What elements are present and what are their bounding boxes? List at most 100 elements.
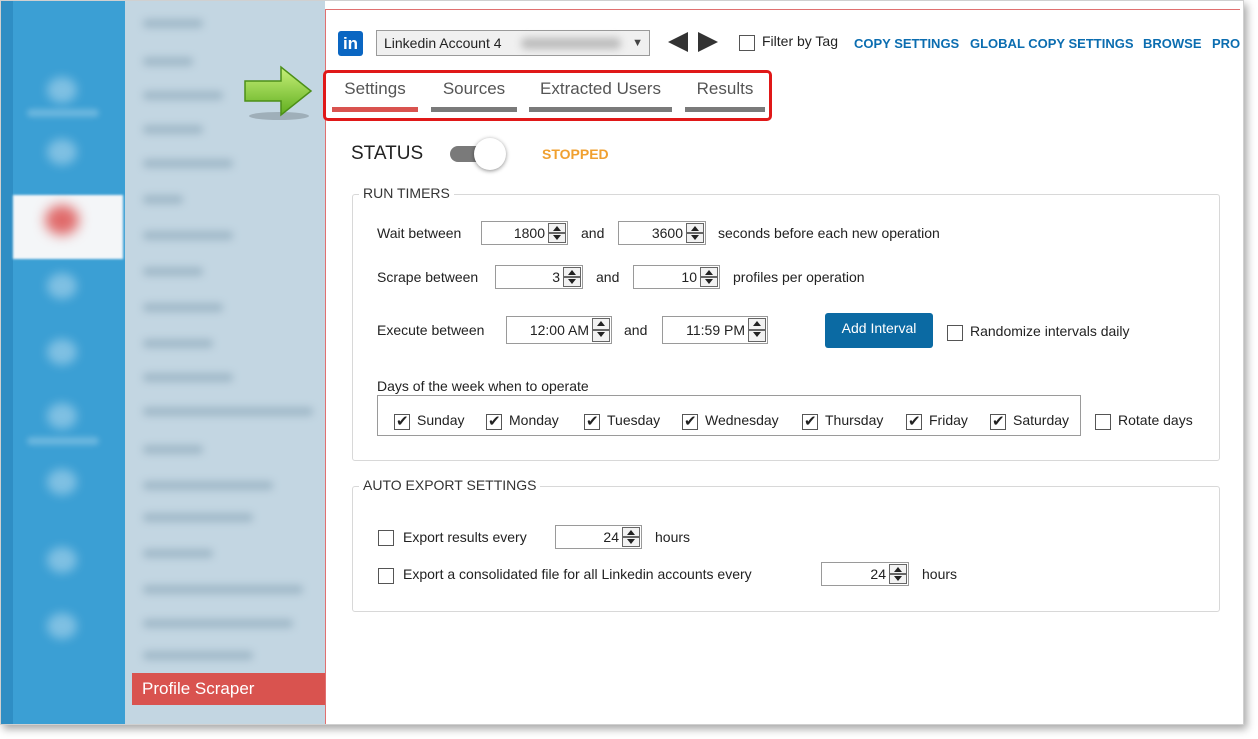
stepper-value: 24 [870,566,886,582]
status-toggle[interactable] [450,138,510,170]
add-interval-button[interactable]: Add Interval [825,313,933,348]
day-checkbox-monday[interactable] [486,412,502,430]
rotate-days-checkbox[interactable] [1095,414,1111,430]
green-arrow-icon [244,65,313,120]
stepper-down-icon[interactable] [748,330,766,342]
export-consolidated-checkbox[interactable] [378,568,394,584]
run-timers-title: RUN TIMERS [359,185,454,201]
day-label: Wednesday [705,412,779,428]
stepper-value: 24 [603,529,619,545]
toolbar: in Linkedin Account 4 ▼ Filter by Tag CO… [338,30,1240,58]
nav-icon[interactable] [47,273,77,299]
nav-caption-blurred [27,437,99,445]
nav-item-active[interactable] [13,195,123,259]
stepper-down-icon[interactable] [548,233,566,243]
scrape-between-label: Scrape between [377,269,479,285]
tab-highlight-box [323,70,772,121]
stepper-down-icon[interactable] [686,233,704,243]
export-consolidated-stepper[interactable]: 24 [821,562,909,586]
wait-max-stepper[interactable]: 3600 [618,221,706,245]
status-value: STOPPED [542,146,609,162]
nav-icon[interactable] [47,613,77,639]
day-checkbox-thursday[interactable] [802,412,818,430]
stepper-up-icon[interactable] [622,527,640,537]
previous-account-icon[interactable] [668,32,688,52]
stepper-up-icon[interactable] [889,564,907,574]
day-checkbox-friday[interactable] [906,412,922,430]
day-label: Tuesday [607,412,661,428]
stepper-down-icon[interactable] [889,574,907,584]
filter-by-tag-label: Filter by Tag [762,33,838,49]
day-label: Friday [929,412,968,428]
scrape-max-stepper[interactable]: 10 [633,265,720,289]
app-window: Profile Scraper in Linkedin Account 4 ▼ … [0,0,1244,725]
stepper-up-icon[interactable] [563,267,581,277]
run-timers-group: RUN TIMERS Wait between 1800 and 3600 se… [352,185,1220,461]
and-label: and [581,225,605,241]
stepper-value: 3600 [651,225,683,241]
hours-label: hours [922,566,958,582]
chevron-down-icon: ▼ [632,37,643,49]
account-select-value: Linkedin Account 4 [384,35,502,51]
nav-icon[interactable] [47,139,77,165]
day-label: Saturday [1013,412,1070,428]
stepper-up-icon[interactable] [592,318,610,330]
status-label: STATUS [351,143,424,164]
settings-panel: in Linkedin Account 4 ▼ Filter by Tag CO… [323,9,1240,724]
browse-link[interactable]: BROWSE [1143,36,1202,51]
stepper-down-icon[interactable] [700,277,718,287]
wait-suffix-label: seconds before each new operation [718,225,940,241]
account-select[interactable]: Linkedin Account 4 ▼ [376,30,650,56]
day-label: Monday [509,412,559,428]
stepper-down-icon[interactable] [563,277,581,287]
filter-by-tag-checkbox[interactable] [739,35,755,51]
stepper-value: 3 [552,269,560,285]
stepper-up-icon[interactable] [548,223,566,233]
day-checkbox-tuesday[interactable] [584,412,600,430]
nav-icon[interactable] [47,339,77,365]
and-label: and [624,322,648,338]
day-checkbox-saturday[interactable] [990,412,1006,430]
hours-label: hours [655,529,691,545]
randomize-intervals-checkbox[interactable] [947,325,963,341]
day-label: Sunday [417,412,465,428]
auto-export-group: AUTO EXPORT SETTINGS Export results ever… [352,477,1220,612]
nav-icon[interactable] [47,403,77,429]
days-selector: Sunday Monday Tuesday Wednesday Thursday… [377,395,1081,436]
nav-icon[interactable] [47,469,77,495]
day-checkbox-wednesday[interactable] [682,412,698,430]
export-results-checkbox[interactable] [378,530,394,546]
wait-min-stepper[interactable]: 1800 [481,221,568,245]
global-copy-settings-link[interactable]: GLOBAL COPY SETTINGS [970,36,1133,51]
stepper-down-icon[interactable] [622,537,640,547]
stepper-up-icon[interactable] [748,318,766,330]
days-label: Days of the week when to operate [377,378,589,394]
next-account-icon[interactable] [698,32,718,52]
nav-icon[interactable] [47,547,77,573]
randomize-intervals-label: Randomize intervals daily [970,323,1130,339]
stepper-value: 10 [681,269,697,285]
nav-edge-strip [1,1,13,724]
day-label: Thursday [825,412,884,428]
copy-settings-link[interactable]: COPY SETTINGS [854,36,959,51]
nav-active-icon [45,205,79,235]
scrape-suffix-label: profiles per operation [733,269,865,285]
tool-item-profile-scraper[interactable]: Profile Scraper [132,673,325,705]
and-label: and [596,269,620,285]
stepper-down-icon[interactable] [592,330,610,342]
nav-icon[interactable] [47,77,77,103]
export-results-label: Export results every [403,529,527,545]
export-consolidated-label: Export a consolidated file for all Linke… [403,566,752,582]
time-value: 12:00 AM [529,322,589,338]
day-checkbox-sunday[interactable] [394,412,410,430]
time-value: 11:59 PM [686,322,745,338]
execute-end-time[interactable]: 11:59 PM [662,316,768,344]
stepper-up-icon[interactable] [700,267,718,277]
wait-between-label: Wait between [377,225,462,241]
stepper-up-icon[interactable] [686,223,704,233]
export-results-stepper[interactable]: 24 [555,525,642,549]
execute-start-time[interactable]: 12:00 AM [506,316,612,344]
pro-link[interactable]: PRO [1212,36,1240,51]
scrape-min-stepper[interactable]: 3 [495,265,583,289]
execute-between-label: Execute between [377,322,485,338]
